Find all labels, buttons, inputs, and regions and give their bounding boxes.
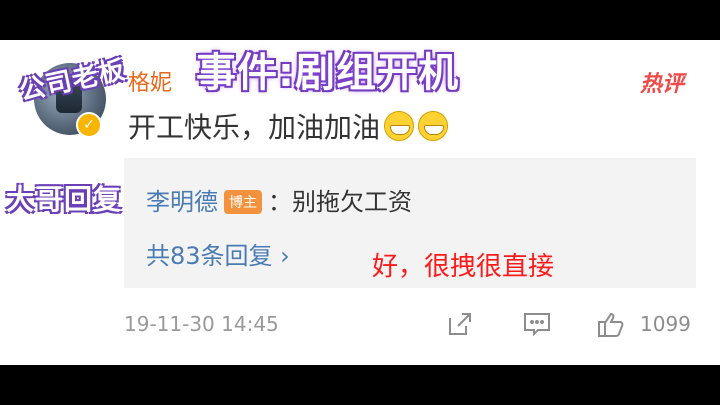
like-count: 1099 bbox=[640, 312, 691, 336]
comment-body: 开工快乐，加油加油 bbox=[128, 111, 381, 144]
timestamp: 19-11-30 14:45 bbox=[124, 312, 279, 336]
comment-icon[interactable] bbox=[522, 310, 552, 338]
overlay-title: 事件:剧组开机 bbox=[196, 50, 459, 96]
like-icon[interactable] bbox=[596, 310, 626, 338]
grin-icon bbox=[384, 111, 415, 141]
reply-text: ：别拖欠工资 bbox=[268, 188, 412, 216]
reply-author[interactable]: 李明德 bbox=[146, 188, 218, 216]
author-badge: 博主 bbox=[224, 190, 262, 214]
username[interactable]: 格妮 bbox=[128, 65, 172, 97]
grin-icon bbox=[418, 111, 449, 141]
overlay-big-brother-label: 大哥回复 bbox=[6, 183, 123, 216]
reply-line: 李明德 博主 ：别拖欠工资 bbox=[146, 182, 412, 217]
overlay-caption: 好，很拽很直接 bbox=[372, 252, 555, 282]
share-icon[interactable] bbox=[446, 310, 474, 338]
hot-comment-label: 热评 bbox=[640, 72, 685, 97]
verified-badge-icon: ✓ bbox=[76, 112, 102, 138]
comment-text: 开工快乐，加油加油 bbox=[128, 106, 449, 146]
view-replies-link[interactable]: 共83条回复 › bbox=[146, 236, 290, 271]
